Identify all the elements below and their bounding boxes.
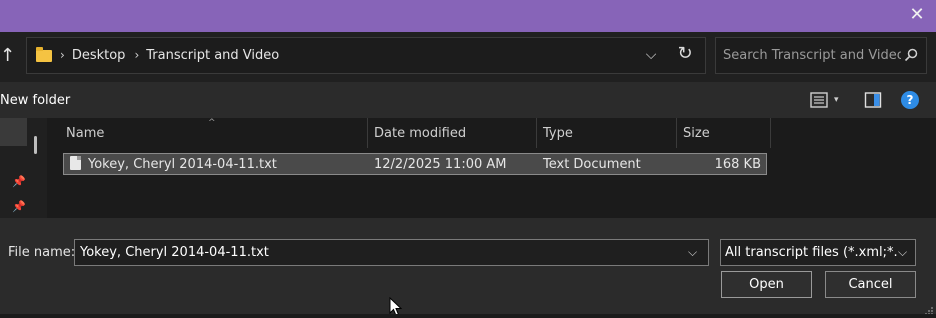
preview-pane-icon[interactable] [864,91,882,109]
up-arrow-icon[interactable]: ↑ [0,44,15,68]
view-options-chevron-icon[interactable]: ▾ [834,91,844,109]
column-header-name[interactable]: Name [66,118,104,148]
column-divider[interactable] [367,118,368,148]
chevron-down-icon[interactable]: ⌵ [688,244,702,260]
breadcrumb-desktop[interactable]: Desktop [72,48,126,63]
pin-icon: 📌 [12,200,26,213]
breadcrumb: › Desktop › Transcript and Video [60,38,288,73]
search-box[interactable] [715,37,927,74]
close-icon[interactable]: ✕ [908,6,926,24]
search-icon[interactable] [904,48,918,62]
file-name-label: File name: [8,245,76,260]
column-divider[interactable] [676,118,677,148]
search-input[interactable] [723,38,901,73]
text-file-icon [70,156,81,170]
folder-icon [36,47,52,62]
date-modified-cell: 12/2/2025 11:00 AM [374,157,507,172]
dialog-title-bar: ✕ [0,0,936,32]
window-bottom-edge [0,314,936,318]
file-name-cell: Yokey, Cheryl 2014-04-11.txt [88,157,277,172]
new-folder-button[interactable]: New folder [0,82,70,118]
column-header-type[interactable]: Type [543,118,573,148]
navigation-scrollbar[interactable] [34,136,37,154]
column-divider[interactable] [536,118,537,148]
help-icon[interactable]: ? [901,91,919,109]
type-cell: Text Document [543,157,641,172]
dialog-footer: File name: ⌵ All transcript files (*.xml… [0,218,936,318]
view-options-icon[interactable] [810,91,828,109]
file-type-filter-dropdown[interactable]: All transcript files (*.xml;*.txt; ⌵ [720,239,916,266]
navigation-pane: 📌 📌 [0,118,47,218]
column-header-size[interactable]: Size [683,118,710,148]
file-type-filter-value: All transcript files (*.xml;*.txt; [725,245,897,260]
sort-ascending-icon: ^ [208,118,216,128]
navigation-bar: ↑ › Desktop › Transcript and Video ⌵ ↻ [0,32,936,82]
nav-item-selected[interactable] [0,118,27,146]
open-button[interactable]: Open [721,271,812,298]
column-header-date-modified[interactable]: Date modified [374,118,466,148]
command-bar: New folder ▾ ? [0,82,936,118]
file-name-input[interactable] [80,240,680,265]
breadcrumb-separator-icon[interactable]: › [134,48,139,62]
breadcrumb-transcript-and-video[interactable]: Transcript and Video [146,48,279,63]
refresh-icon[interactable]: ↻ [675,44,695,64]
pin-icon: 📌 [12,175,26,188]
file-row-selected[interactable]: Yokey, Cheryl 2014-04-11.txt 12/2/2025 1… [63,153,767,175]
file-list: ^ Name Date modified Type Size Yokey, Ch… [47,118,936,218]
address-bar[interactable]: › Desktop › Transcript and Video ⌵ ↻ [26,37,706,74]
size-cell: 168 KB [714,157,761,172]
chevron-down-icon[interactable]: ⌵ [642,46,660,64]
chevron-down-icon[interactable]: ⌵ [898,244,910,260]
breadcrumb-separator-icon[interactable]: › [60,48,65,62]
cancel-button[interactable]: Cancel [825,271,916,298]
column-divider[interactable] [770,118,771,148]
file-name-combobox[interactable]: ⌵ [74,239,709,266]
